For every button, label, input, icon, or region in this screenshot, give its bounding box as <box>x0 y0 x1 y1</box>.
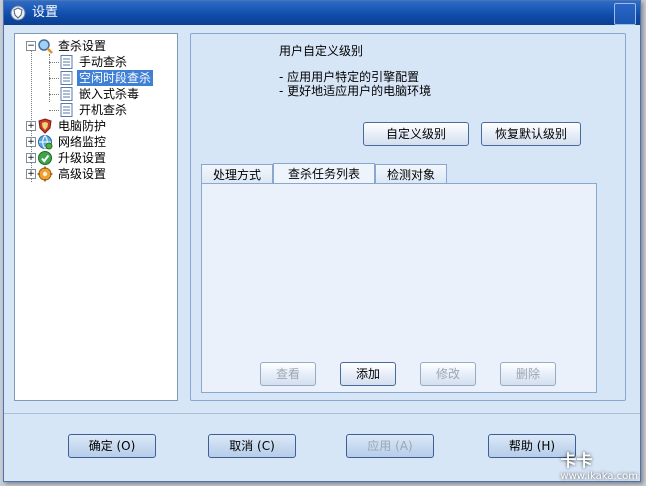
tree-item-network-monitor[interactable]: + 网络监控 <box>15 134 175 150</box>
tree-item-boot-scan[interactable]: 开机查杀 <box>15 102 175 118</box>
tree-item-idle-scan[interactable]: 空闲时段查杀 <box>15 70 175 86</box>
tree-item-label: 开机查杀 <box>79 103 128 117</box>
panel-heading: 用户自定义级别 <box>279 44 364 58</box>
tree-item-pc-protection[interactable]: + 电脑防护 <box>15 118 175 134</box>
tree-item-label: 查杀设置 <box>58 39 107 53</box>
cancel-button[interactable]: 取消 (C) <box>208 434 296 458</box>
shield-icon <box>38 118 52 134</box>
apply-button[interactable]: 应用 (A) <box>346 434 434 458</box>
settings-panel: 用户自定义级别 - 应用用户特定的引擎配置 - 更好地适应用户的电脑环境 自定义… <box>190 33 626 401</box>
tree-item-label: 高级设置 <box>58 167 107 181</box>
watermark-text: 卡卡 <box>560 451 593 470</box>
tab-detection-targets[interactable]: 检测对象 <box>375 164 447 184</box>
description-line: - 应用用户特定的引擎配置 <box>279 70 420 84</box>
network-icon <box>38 135 53 150</box>
window-title: 设置 <box>32 5 59 20</box>
document-icon <box>60 55 73 69</box>
document-icon <box>60 71 73 85</box>
tree-item-embedded-scan[interactable]: 嵌入式杀毒 <box>15 86 175 102</box>
tree-item-manual-scan[interactable]: 手动查杀 <box>15 54 175 70</box>
expand-icon[interactable]: + <box>26 153 36 163</box>
tree-item-label: 手动查杀 <box>79 55 128 69</box>
expand-icon[interactable]: + <box>26 121 36 131</box>
settings-window: 设置 − 查杀设置 手动查杀 空闲时段查杀 嵌入式杀毒 开机查杀 + 电脑防护 … <box>3 0 641 482</box>
magnifier-icon <box>38 39 53 54</box>
document-icon <box>60 87 73 101</box>
settings-tree: − 查杀设置 手动查杀 空闲时段查杀 嵌入式杀毒 开机查杀 + 电脑防护 + 网… <box>14 33 178 401</box>
content-area: − 查杀设置 手动查杀 空闲时段查杀 嵌入式杀毒 开机查杀 + 电脑防护 + 网… <box>4 25 640 481</box>
footer-bar: 确定 (O) 取消 (C) 应用 (A) 帮助 (H) <box>4 413 640 481</box>
custom-level-button[interactable]: 自定义级别 <box>363 122 469 146</box>
shield-logo-icon <box>10 5 26 21</box>
tab-handling-method[interactable]: 处理方式 <box>201 164 273 184</box>
task-list-area[interactable]: 查看 添加 修改 删除 <box>201 183 597 393</box>
watermark-logo: 卡卡 www.ikaka.com <box>560 447 638 482</box>
title-bar[interactable]: 设置 <box>4 1 640 25</box>
tree-item-label: 电脑防护 <box>58 119 107 133</box>
update-icon <box>38 151 52 165</box>
close-button[interactable] <box>614 3 636 25</box>
tree-item-label: 空闲时段查杀 <box>77 70 154 86</box>
tree-item-advanced-settings[interactable]: + 高级设置 <box>15 166 175 182</box>
collapse-icon[interactable]: − <box>26 41 36 51</box>
delete-button[interactable]: 删除 <box>500 362 556 386</box>
restore-default-button[interactable]: 恢复默认级别 <box>481 122 581 146</box>
watermark-url: www.ikaka.com <box>560 471 638 482</box>
tree-item-scan-settings[interactable]: − 查杀设置 <box>15 38 175 54</box>
document-icon <box>60 103 73 117</box>
tree-item-label: 嵌入式杀毒 <box>79 87 140 101</box>
expand-icon[interactable]: + <box>26 169 36 179</box>
tree-item-label: 网络监控 <box>58 135 107 149</box>
modify-button[interactable]: 修改 <box>420 362 476 386</box>
tree-item-label: 升级设置 <box>58 151 107 165</box>
add-button[interactable]: 添加 <box>340 362 396 386</box>
view-button[interactable]: 查看 <box>260 362 316 386</box>
tree-item-update-settings[interactable]: + 升级设置 <box>15 150 175 166</box>
gear-icon <box>37 166 53 182</box>
tab-scan-task-list[interactable]: 查杀任务列表 <box>273 163 375 184</box>
expand-icon[interactable]: + <box>26 137 36 147</box>
ok-button[interactable]: 确定 (O) <box>68 434 156 458</box>
description-line: - 更好地适应用户的电脑环境 <box>279 84 432 98</box>
